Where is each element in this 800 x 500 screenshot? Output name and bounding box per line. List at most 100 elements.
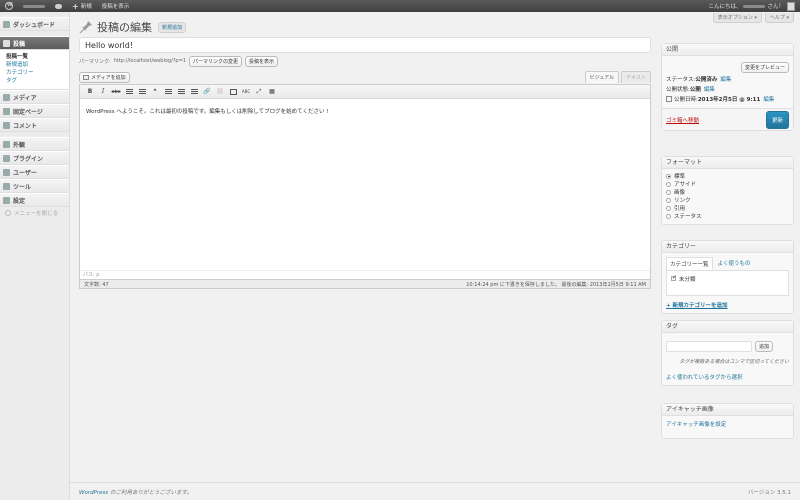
username-redacted xyxy=(743,4,766,8)
autosave-status: 10:14:24 pm に下書きを保存しました。 最後の編集: 2013年2月5… xyxy=(466,281,646,288)
insert-link-button[interactable]: 🔗 xyxy=(203,88,211,96)
submenu-tags[interactable]: タグ xyxy=(6,77,69,85)
add-media-button[interactable]: メディアを追加 xyxy=(79,72,130,83)
users-icon xyxy=(3,168,10,176)
media-icon xyxy=(3,93,10,101)
wordpress-link[interactable]: WordPress xyxy=(79,490,108,496)
submenu-categories[interactable]: カテゴリー xyxy=(6,69,69,77)
submenu-add-new[interactable]: 新規追加 xyxy=(6,61,69,69)
avatar xyxy=(787,1,795,11)
menu-plugins[interactable]: プラグイン xyxy=(0,151,69,165)
strikethrough-button[interactable]: abc xyxy=(112,88,121,96)
comments-icon xyxy=(3,121,10,129)
featured-image-box-title: アイキャッチ画像 xyxy=(662,404,793,416)
align-right-icon xyxy=(190,88,198,95)
tab-visual[interactable]: ビジュアル xyxy=(584,71,620,83)
kitchen-sink-button[interactable]: ▦ xyxy=(268,88,276,96)
menu-settings[interactable]: 設定 xyxy=(0,193,69,207)
format-option[interactable]: 画像 xyxy=(666,188,789,196)
radio-icon xyxy=(666,173,671,179)
edit-visibility-link[interactable]: 編集 xyxy=(704,85,715,93)
menu-users-label: ユーザー xyxy=(13,169,37,177)
view-post-button[interactable]: 投稿を表示 xyxy=(245,55,279,67)
post-title-input[interactable]: Hello world! xyxy=(79,37,651,53)
add-tag-button[interactable]: 追加 xyxy=(755,341,774,352)
site-name-menu[interactable] xyxy=(18,0,50,12)
format-option[interactable]: 引用 xyxy=(666,204,789,212)
numbered-list-button[interactable] xyxy=(138,88,146,96)
tab-all-categories[interactable]: カテゴリー一覧 xyxy=(666,257,713,270)
menu-pages-label: 固定ページ xyxy=(13,108,43,116)
insert-more-button[interactable] xyxy=(229,88,237,96)
format-option[interactable]: 標準 xyxy=(666,172,789,180)
wp-logo-menu[interactable] xyxy=(0,0,18,12)
unlink-button[interactable]: ⛓ xyxy=(216,88,224,96)
publish-box-title: 公開 xyxy=(662,44,793,56)
my-account-menu[interactable]: こんにちは、 さん！ xyxy=(703,0,800,12)
add-media-label: メディアを追加 xyxy=(91,75,126,81)
align-center-button[interactable] xyxy=(177,88,185,96)
menu-dashboard[interactable]: ダッシュボード xyxy=(0,17,69,31)
new-content-label: 新規 xyxy=(80,4,92,10)
format-option[interactable]: ステータス xyxy=(666,212,789,220)
format-option[interactable]: リンク xyxy=(666,196,789,204)
footer: WordPress のご利用ありがとうございます。 バージョン 3.5.1 xyxy=(70,482,800,500)
add-new-button[interactable]: 新規追加 xyxy=(158,21,187,33)
tag-input[interactable] xyxy=(666,341,752,352)
align-right-button[interactable] xyxy=(190,88,198,96)
tab-popular-categories[interactable]: よく使うもの xyxy=(715,257,754,270)
new-content-menu[interactable]: + 新規 xyxy=(67,0,97,12)
radio-icon xyxy=(666,181,671,187)
help-button[interactable]: ヘルプ ▾ xyxy=(764,13,794,23)
menu-media[interactable]: メディア xyxy=(0,90,69,104)
editor-content[interactable]: WordPress へようこそ。これは最初の投稿です。編集もしくは削除してブログ… xyxy=(80,99,650,123)
choose-popular-tags-link[interactable]: よく使われているタグから選択 xyxy=(666,373,789,381)
bold-button[interactable]: B xyxy=(86,88,94,96)
italic-button[interactable]: I xyxy=(99,88,107,96)
post-status-info: 文字数: 47 10:14:24 pm に下書きを保存しました。 最後の編集: … xyxy=(79,280,651,289)
submenu-all-posts[interactable]: 投稿一覧 xyxy=(6,53,69,61)
format-option[interactable]: アサイド xyxy=(666,180,789,188)
published-on-row: 公開日時: 2013年2月5日 @ 9:11 編集 xyxy=(666,94,789,104)
comments-menu[interactable] xyxy=(50,0,67,12)
screen-options-button[interactable]: 表示オプション ▾ xyxy=(712,13,762,23)
menu-plugins-label: プラグイン xyxy=(13,155,44,163)
permalink-url[interactable]: http://localhost/weblog/?p=1 xyxy=(114,58,186,64)
tab-text[interactable]: テキスト xyxy=(621,71,651,83)
blockquote-button[interactable]: ❝ xyxy=(151,88,159,96)
tags-box: タグ 追加 タグが複数ある場合はコンマで区切ってください よく使われているタグか… xyxy=(661,320,794,386)
align-left-button[interactable] xyxy=(164,88,172,96)
preview-changes-button[interactable]: 変更をプレビュー xyxy=(740,61,789,73)
menu-tools[interactable]: ツール xyxy=(0,179,69,193)
menu-dashboard-label: ダッシュボード xyxy=(13,21,56,29)
screen-meta-links: 表示オプション ▾ ヘルプ ▾ xyxy=(712,13,794,23)
menu-appearance[interactable]: 外観 xyxy=(0,137,69,151)
menu-users[interactable]: ユーザー xyxy=(0,165,69,179)
menu-pages[interactable]: 固定ページ xyxy=(0,104,69,118)
format-option-label: 画像 xyxy=(674,190,686,196)
collapse-menu-button[interactable]: メニューを閉じる xyxy=(0,207,69,219)
menu-settings-label: 設定 xyxy=(13,197,26,205)
more-tag-icon xyxy=(229,88,237,95)
view-post-menu[interactable]: 投稿を表示 xyxy=(97,0,135,12)
add-new-category-link[interactable]: + 新規カテゴリーを追加 xyxy=(666,301,789,309)
category-item[interactable]: 未分類 xyxy=(671,274,784,283)
format-option-label: リンク xyxy=(674,198,691,204)
change-permalink-button[interactable]: パーマリンクの変更 xyxy=(188,55,242,67)
menu-comments[interactable]: コメント xyxy=(0,118,69,132)
move-to-trash-link[interactable]: ゴミ箱へ移動 xyxy=(666,116,699,124)
spellcheck-button[interactable]: ABC xyxy=(242,88,250,96)
pages-icon xyxy=(3,107,10,115)
editor-toolbar: B I abc ❝ 🔗 ⛓ ABC ⤢ ▦ xyxy=(80,85,650,99)
format-option-label: 標準 xyxy=(674,174,686,180)
media-icon xyxy=(83,75,89,80)
edit-date-link[interactable]: 編集 xyxy=(763,95,774,103)
update-button[interactable]: 更新 xyxy=(765,110,789,129)
radio-icon xyxy=(666,197,671,203)
menu-posts[interactable]: 投稿 xyxy=(0,36,69,50)
set-featured-image-link[interactable]: アイキャッチ画像を設定 xyxy=(666,422,726,428)
bullet-list-button[interactable] xyxy=(125,88,133,96)
edit-status-link[interactable]: 編集 xyxy=(720,75,731,83)
fullscreen-button[interactable]: ⤢ xyxy=(255,88,263,96)
content-editor: B I abc ❝ 🔗 ⛓ ABC ⤢ ▦ WordPress へようこそ。これ… xyxy=(79,84,651,280)
